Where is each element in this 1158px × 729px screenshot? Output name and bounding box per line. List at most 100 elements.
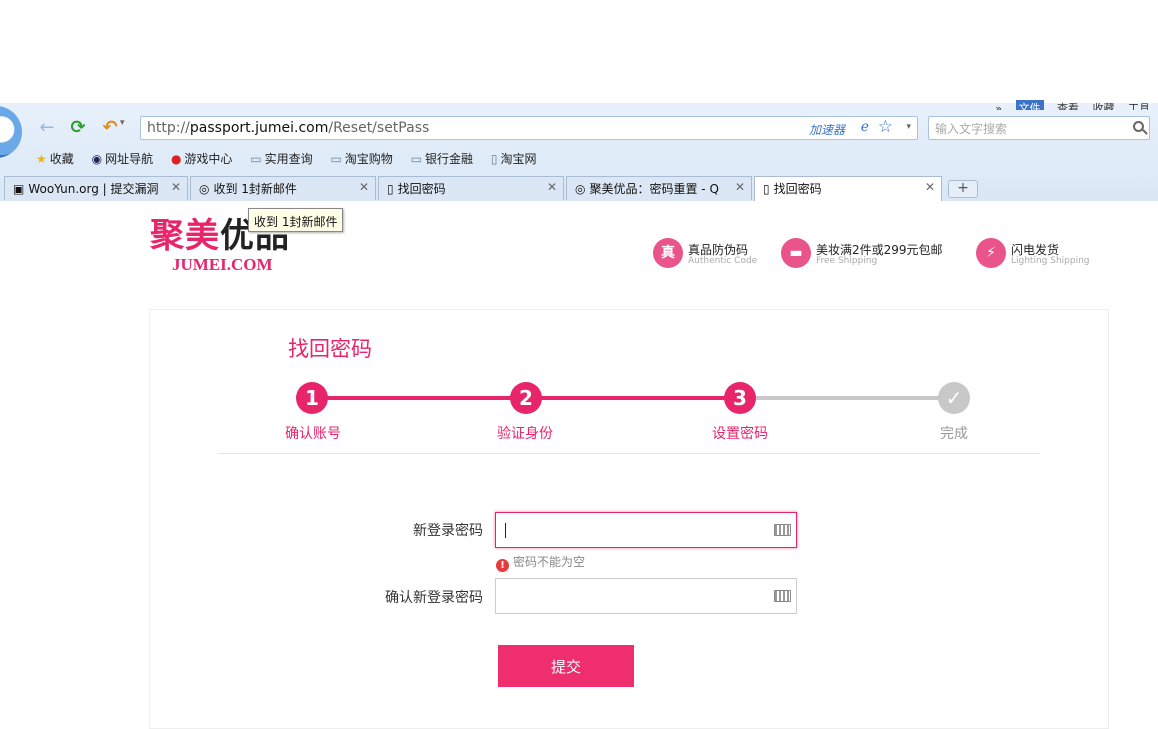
bookmark-label: 网址导航: [105, 152, 154, 166]
error-text: 密码不能为空: [513, 555, 586, 569]
tab-strip: ▣ WooYun.org | 提交漏洞 ✕ ◎ 收到 1封新邮件 ✕ ▯ 找回密码 ✕…: [0, 176, 1158, 201]
game-icon: ●: [170, 152, 182, 166]
feature-subtitle: Authentic Code: [688, 256, 758, 266]
new-password-input[interactable]: [502, 521, 766, 541]
confirm-password-label: 确认新登录密码: [385, 590, 483, 606]
page-icon: ▯: [763, 182, 770, 196]
bookmark-taobao[interactable]: ▯ 淘宝网: [491, 150, 537, 167]
menu-view[interactable]: 查看: [1057, 100, 1079, 110]
step-connector-2: [526, 396, 740, 400]
step-1-circle: 1: [296, 382, 328, 414]
submit-button[interactable]: 提交: [498, 645, 634, 687]
refresh-icon[interactable]: ⟳: [67, 117, 89, 139]
folder-icon: ▭: [410, 152, 422, 166]
divider: [218, 453, 1040, 454]
step-1-label: 确认账号: [285, 426, 341, 442]
tab-title: 找回密码: [397, 182, 446, 196]
search-input[interactable]: [933, 120, 1125, 138]
bookmark-label: 银行金融: [424, 152, 473, 166]
bookmark-query[interactable]: ▭ 实用查询: [250, 150, 312, 167]
folder-icon: ▭: [330, 152, 342, 166]
folder-icon: ▭: [250, 152, 262, 166]
bookmark-favorites[interactable]: ★ 收藏: [36, 150, 74, 167]
address-bar[interactable]: http://passport.jumei.com/Reset/setPass …: [140, 116, 918, 140]
address-dropdown-icon[interactable]: ▾: [906, 122, 911, 132]
step-done-check-icon: ✓: [938, 382, 970, 414]
step-2-label: 验证身份: [497, 426, 553, 442]
feature-subtitle: Lighting Shipping: [1011, 256, 1090, 266]
url-path: /Reset/setPass: [328, 120, 430, 136]
ie-mode-icon[interactable]: ℯ: [861, 119, 869, 135]
tab-tooltip: 收到 1封新邮件: [248, 208, 344, 232]
accelerator-button[interactable]: 加速器: [809, 121, 845, 138]
url-scheme: http://: [147, 120, 190, 136]
new-password-label: 新登录密码: [413, 523, 483, 539]
step-4-label: 完成: [940, 426, 968, 442]
keyboard-icon[interactable]: [774, 590, 791, 602]
keyboard-icon[interactable]: [774, 524, 791, 536]
confirm-password-field[interactable]: [495, 578, 797, 614]
text-cursor: [505, 523, 506, 538]
truck-icon: ▬: [781, 238, 811, 268]
bookmark-label: 收藏: [49, 152, 74, 166]
tab-find-password[interactable]: ▯ 找回密码 ✕: [378, 176, 564, 200]
undo-icon[interactable]: ↶: [99, 117, 121, 139]
tab-find-password-active[interactable]: ▯ 找回密码 ✕: [754, 176, 942, 201]
search-box[interactable]: [928, 116, 1150, 140]
page-icon: ▯: [490, 152, 498, 166]
close-icon[interactable]: ✕: [171, 180, 181, 194]
favorite-star-icon[interactable]: ☆: [878, 117, 893, 137]
chrome-icon: ◎: [575, 182, 586, 196]
bookmark-nav[interactable]: ◉ 网址导航: [92, 150, 154, 167]
close-icon[interactable]: ✕: [735, 180, 745, 194]
step-3-circle: 3: [724, 382, 756, 414]
bookmark-label: 游戏中心: [184, 152, 233, 166]
star-icon: ★: [36, 152, 47, 166]
tab-title: WooYun.org | 提交漏洞: [28, 182, 159, 196]
close-icon[interactable]: ✕: [547, 180, 557, 194]
url-text[interactable]: http://passport.jumei.com/Reset/setPass: [147, 120, 429, 136]
brand-en: JUMEI.COM: [172, 255, 273, 274]
page-title: 找回密码: [288, 337, 372, 361]
chrome-icon: ◎: [199, 182, 210, 196]
step-3-label: 设置密码: [712, 426, 768, 442]
feature-subtitle: Free Shipping: [816, 256, 878, 266]
bookmark-games[interactable]: ● 游戏中心: [171, 150, 233, 167]
new-tab-button[interactable]: +: [948, 180, 978, 198]
brand-cn-part1: 聚美: [150, 216, 220, 256]
menu-more[interactable]: »: [995, 102, 1002, 110]
error-message: ! 密码不能为空: [496, 553, 585, 572]
tab-mail[interactable]: ◎ 收到 1封新邮件 ✕: [190, 176, 376, 200]
new-password-field[interactable]: [495, 512, 797, 548]
bookmark-label: 淘宝网: [500, 152, 537, 166]
page-icon: ▯: [387, 182, 394, 196]
globe-icon: ◉: [91, 152, 103, 166]
tab-wooyun[interactable]: ▣ WooYun.org | 提交漏洞 ✕: [4, 176, 188, 200]
undo-dropdown-icon[interactable]: ▾: [120, 118, 125, 128]
tab-jumei-reset[interactable]: ◎ 聚美优品：密码重置 - Q ✕: [566, 176, 752, 200]
authentic-icon: 真: [653, 238, 683, 268]
tab-title: 找回密码: [773, 182, 822, 196]
menu-tools[interactable]: 工具: [1128, 100, 1150, 110]
close-icon[interactable]: ✕: [359, 180, 369, 194]
back-arrow-icon[interactable]: ←: [36, 117, 58, 139]
site-icon: ▣: [13, 182, 25, 196]
menu-file[interactable]: 文件: [1015, 100, 1044, 110]
close-icon[interactable]: ✕: [925, 180, 935, 194]
bookmark-label: 实用查询: [264, 152, 313, 166]
step-connector-1: [312, 396, 526, 400]
error-icon: !: [496, 559, 509, 572]
url-host: passport.jumei.com: [189, 120, 329, 136]
bookmark-label: 淘宝购物: [344, 152, 393, 166]
tab-title: 聚美优品：密码重置 - Q: [589, 182, 719, 196]
tab-title: 收到 1封新邮件: [213, 182, 297, 196]
bookmark-taobao-shopping[interactable]: ▭ 淘宝购物: [330, 150, 392, 167]
lightning-icon: ⚡: [976, 238, 1006, 268]
bookmark-banking[interactable]: ▭ 银行金融: [411, 150, 473, 167]
search-icon[interactable]: [1133, 121, 1144, 132]
bookmarks-bar: ★ 收藏 ◉ 网址导航 ● 游戏中心 ▭ 实用查询 ▭ 淘宝购物 ▭ 银行金融 ▯ 淘宝网: [36, 150, 550, 168]
browser-menu: » 文件 查看 收藏 工具: [985, 100, 1150, 110]
menu-favorites[interactable]: 收藏: [1093, 100, 1115, 110]
confirm-password-input[interactable]: [502, 587, 766, 607]
step-2-circle: 2: [510, 382, 542, 414]
